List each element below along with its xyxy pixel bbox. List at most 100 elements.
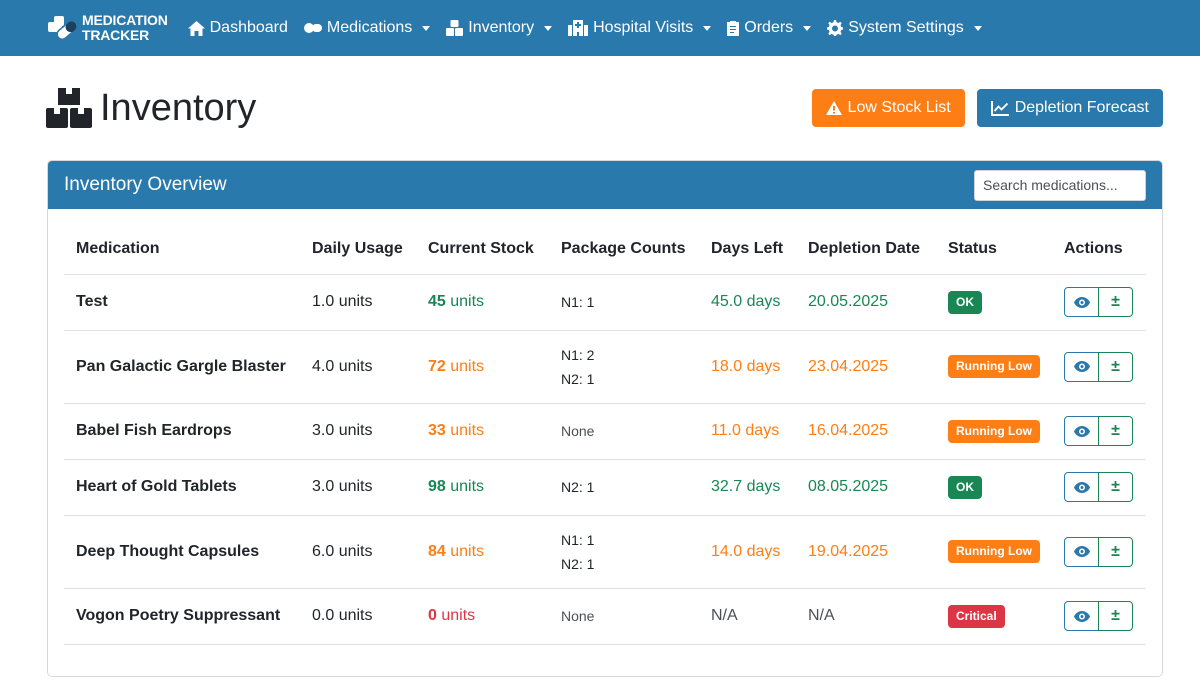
package-count: N1: 2	[561, 346, 595, 363]
stock-unit: units	[450, 293, 485, 310]
brand-line-2: TRACKER	[82, 27, 150, 43]
days-left: 11.0 days	[699, 403, 796, 460]
column-header-package-counts[interactable]: Package Counts	[549, 225, 699, 275]
stock-value: 72	[428, 357, 446, 375]
page-header: Inventory Low Stock List Depletion Forec…	[46, 80, 1163, 136]
brand-logo[interactable]: MEDICATION TRACKER	[46, 13, 168, 43]
inventory-overview-card: Inventory Overview Medication Daily Usag…	[47, 160, 1163, 677]
inventory-table: Medication Daily Usage Current Stock Pac…	[64, 225, 1146, 645]
current-stock: 72 units	[416, 330, 549, 404]
depletion-date: 08.05.2025	[796, 459, 936, 516]
medication-name[interactable]: Heart of Gold Tablets	[64, 459, 300, 516]
nav-orders[interactable]: Orders	[727, 19, 812, 37]
eye-icon	[1073, 425, 1090, 437]
boxes-icon	[46, 88, 92, 128]
stock-value: 84	[428, 542, 446, 560]
hospital-icon	[568, 20, 589, 36]
table-row: Heart of Gold Tablets 3.0 units 98 units…	[64, 459, 1146, 516]
days-left: 18.0 days	[699, 330, 796, 404]
current-stock: 84 units	[416, 515, 549, 589]
page-title: Inventory	[46, 87, 256, 130]
adjust-stock-button[interactable]: ±	[1098, 351, 1133, 382]
adjust-stock-button[interactable]: ±	[1098, 287, 1133, 317]
depletion-forecast-button[interactable]: Depletion Forecast	[976, 89, 1163, 127]
column-header-depletion-date[interactable]: Depletion Date	[796, 225, 936, 275]
stock-value: 33	[428, 422, 446, 439]
nav-dashboard[interactable]: Dashboard	[187, 19, 288, 37]
medication-name[interactable]: Vogon Poetry Suppressant	[64, 588, 300, 645]
medication-name[interactable]: Babel Fish Eardrops	[64, 403, 300, 460]
status-badge: Running Low	[948, 355, 1040, 378]
view-button[interactable]	[1064, 601, 1099, 631]
view-button[interactable]	[1064, 472, 1099, 502]
medication-name[interactable]: Pan Galactic Gargle Blaster	[64, 330, 300, 404]
depletion-date: N/A	[796, 588, 936, 645]
column-header-medication[interactable]: Medication	[64, 225, 300, 275]
adjust-stock-button[interactable]: ±	[1098, 416, 1133, 446]
eye-icon	[1073, 361, 1090, 372]
warning-icon	[825, 101, 842, 115]
low-stock-list-button[interactable]: Low Stock List	[811, 89, 965, 127]
gear-icon	[827, 20, 844, 36]
actions-cell: ±	[1052, 274, 1146, 331]
view-button[interactable]	[1064, 416, 1099, 446]
page-title-text: Inventory	[100, 86, 257, 129]
package-counts: N1: 2 N2: 1	[549, 330, 699, 404]
column-header-days-left[interactable]: Days Left	[699, 225, 796, 275]
pills-icon	[303, 23, 322, 33]
nav-hospital-visits-label: Hospital Visits	[593, 19, 694, 36]
depletion-date: 16.04.2025	[796, 403, 936, 460]
status-cell: OK	[936, 274, 1052, 331]
nav-inventory[interactable]: Inventory	[446, 19, 553, 37]
card-header: Inventory Overview	[48, 161, 1162, 209]
package-count: N2: 1	[561, 370, 595, 387]
table-row: Pan Galactic Gargle Blaster 4.0 units 72…	[64, 330, 1146, 404]
view-button[interactable]	[1064, 351, 1099, 382]
nav-system-settings[interactable]: System Settings	[827, 19, 982, 37]
adjust-stock-button[interactable]: ±	[1098, 536, 1133, 567]
column-header-daily-usage[interactable]: Daily Usage	[300, 225, 416, 275]
stock-unit: units	[450, 357, 485, 375]
actions-cell: ±	[1052, 588, 1146, 645]
search-input[interactable]	[974, 169, 1146, 201]
table-row: Babel Fish Eardrops 3.0 units 33 units N…	[64, 403, 1146, 460]
package-counts: N1: 1 N2: 1	[549, 515, 699, 589]
depletion-date: 23.04.2025	[796, 330, 936, 404]
eye-icon	[1073, 481, 1090, 493]
package-count: N2: 1	[561, 555, 595, 572]
daily-usage: 0.0 units	[300, 588, 416, 645]
table-row: Deep Thought Capsules 6.0 units 84 units…	[64, 515, 1146, 589]
chevron-down-icon	[803, 25, 812, 31]
column-header-actions: Actions	[1052, 225, 1146, 275]
status-badge: Critical	[948, 604, 1005, 628]
pill-logo-icon	[48, 16, 78, 40]
table-header-row: Medication Daily Usage Current Stock Pac…	[64, 225, 1146, 275]
adjust-stock-button[interactable]: ±	[1098, 601, 1133, 631]
status-badge: OK	[948, 475, 982, 499]
nav-hospital-visits[interactable]: Hospital Visits	[568, 19, 712, 37]
view-button[interactable]	[1064, 287, 1099, 317]
status-cell: OK	[936, 459, 1052, 516]
nav-inventory-label: Inventory	[468, 19, 535, 36]
boxes-icon	[446, 20, 464, 36]
chevron-down-icon	[544, 25, 553, 31]
medication-name[interactable]: Test	[64, 274, 300, 331]
column-header-current-stock[interactable]: Current Stock	[416, 225, 549, 275]
actions-cell: ±	[1052, 459, 1146, 516]
package-count: N2: 1	[561, 479, 595, 495]
actions-cell: ±	[1052, 403, 1146, 460]
days-left: 45.0 days	[699, 274, 796, 331]
nav-orders-label: Orders	[744, 19, 794, 36]
eye-icon	[1073, 296, 1090, 308]
medication-name[interactable]: Deep Thought Capsules	[64, 515, 300, 589]
eye-icon	[1073, 546, 1090, 557]
depletion-forecast-label: Depletion Forecast	[1014, 99, 1149, 116]
view-button[interactable]	[1064, 536, 1099, 567]
depletion-date: 19.04.2025	[796, 515, 936, 589]
stock-value: 0	[428, 607, 437, 624]
daily-usage: 3.0 units	[300, 459, 416, 516]
nav-medications[interactable]: Medications	[303, 19, 431, 37]
adjust-stock-button[interactable]: ±	[1098, 472, 1133, 502]
daily-usage: 3.0 units	[300, 403, 416, 460]
column-header-status[interactable]: Status	[936, 225, 1052, 275]
